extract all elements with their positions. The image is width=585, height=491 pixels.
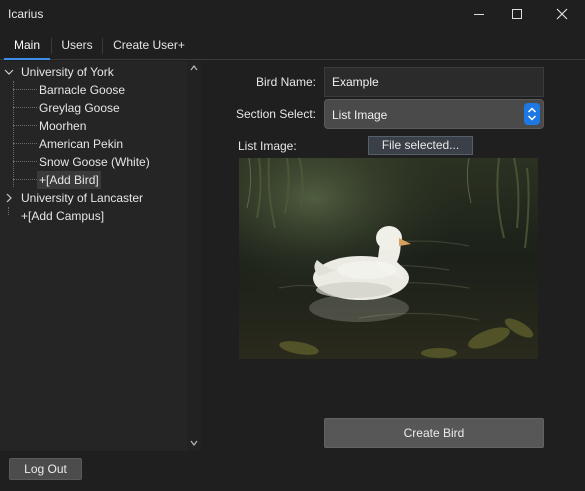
bird-name-input[interactable] [324,67,544,97]
tree-campus-lancaster[interactable]: University of Lancaster [21,189,143,207]
file-select-button[interactable]: File selected... [368,136,473,155]
select-stepper[interactable] [524,103,540,125]
tree-guide [13,161,37,162]
create-bird-button[interactable]: Create Bird [324,418,544,448]
chevron-right-icon[interactable] [4,193,14,203]
logout-button[interactable]: Log Out [9,458,82,480]
scroll-down-icon[interactable] [190,439,198,447]
section-select-value: List Image [332,108,388,122]
section-select[interactable]: List Image [324,99,544,129]
tab-users[interactable]: Users [54,32,100,60]
tree-bird-item[interactable]: Moorhen [39,117,86,135]
duck-photo [239,158,538,359]
tree-guide [8,207,9,215]
tree-guide [13,125,37,126]
minimize-button[interactable] [460,0,498,28]
tab-main[interactable]: Main [4,32,50,60]
footer [0,451,585,491]
maximize-icon [512,9,522,19]
scroll-up-icon[interactable] [190,64,198,72]
tree-bird-item[interactable]: Greylag Goose [39,99,120,117]
tab-divider [51,38,52,54]
tree-guide [13,143,37,144]
tab-bar: Main Users Create User+ [0,32,585,60]
tree-add-campus[interactable]: +[Add Campus] [21,207,104,225]
section-select-label: Section Select: [235,107,316,121]
tree-guide [13,107,37,108]
up-down-chevron-icon [527,107,537,121]
tree-guide [13,89,37,90]
tree-bird-item[interactable]: Snow Goose (White) [39,153,150,171]
tree-add-bird[interactable]: +[Add Bird] [37,171,101,189]
bird-image-preview [239,158,538,359]
tab-divider [102,38,103,54]
tree-guide [13,81,14,187]
chevron-down-icon[interactable] [4,67,14,77]
tree-guide [13,179,37,180]
close-button[interactable] [543,0,581,28]
tree-bird-item[interactable]: Barnacle Goose [39,81,125,99]
tree-campus-york[interactable]: University of York [21,63,114,81]
list-image-label: List Image: [238,139,297,153]
maximize-button[interactable] [498,0,536,28]
window-title: Icarius [8,7,44,21]
title-bar: Icarius [0,0,585,28]
tree-bird-item[interactable]: American Pekin [39,135,123,153]
tree-scrollbar[interactable] [187,61,201,451]
close-icon [556,8,568,20]
campus-tree: University of York Barnacle Goose Greyla… [0,61,201,451]
bird-name-label: Bird Name: [255,75,316,89]
tab-create-user[interactable]: Create User+ [106,32,192,60]
minimize-icon [474,14,484,15]
